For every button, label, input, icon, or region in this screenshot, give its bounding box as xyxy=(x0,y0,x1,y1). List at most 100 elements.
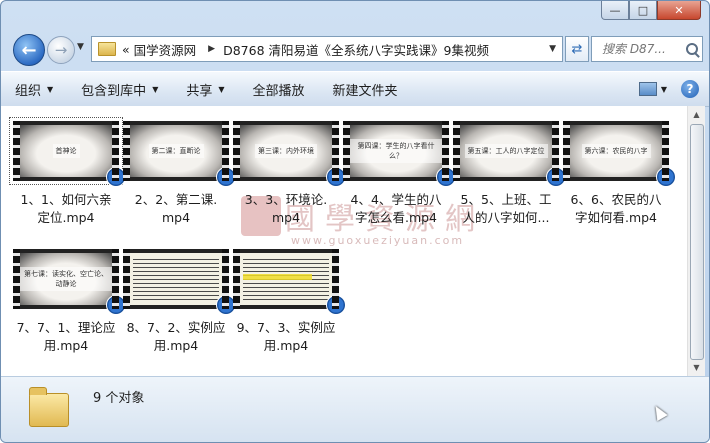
vertical-scrollbar[interactable]: ▲ ▼ xyxy=(687,106,705,376)
file-item[interactable]: 第三课：内外环境 3、3、环境论. mp4 xyxy=(231,121,346,227)
share-label: 共享 xyxy=(186,83,213,99)
address-dropdown-icon[interactable]: ▼ xyxy=(549,44,556,54)
file-item[interactable]: 第七课：读实化、空亡论、动静论 7、7、1、理论应 用.mp4 xyxy=(11,249,126,355)
breadcrumb-segment-current[interactable]: D8768 清阳易道《全系统八字实践课》9集视频 xyxy=(223,40,489,59)
chevron-down-icon: ▼ xyxy=(218,84,225,94)
file-item[interactable]: 第二课：直断论 2、2、第二课. mp4 xyxy=(121,121,236,227)
include-in-library-menu[interactable]: 包含到库中 ▼ xyxy=(67,80,172,99)
file-name-line2: 定位.mp4 xyxy=(37,210,95,225)
search-box[interactable] xyxy=(591,36,703,62)
breadcrumb-chevron-icon[interactable]: ▶ xyxy=(208,44,215,54)
file-name: 6、6、农民的八 字如何看.mp4 xyxy=(563,191,669,227)
file-item[interactable]: 第四课：学生的八字看什么？ 4、4、学生的八 字怎么看.mp4 xyxy=(341,121,456,227)
file-name-line1: 7、7、1、理论应 xyxy=(16,320,116,335)
video-frame xyxy=(130,253,222,305)
caption-buttons: — □ ✕ xyxy=(601,1,701,20)
forward-button[interactable]: → xyxy=(47,36,75,64)
file-name-line1: 4、4、学生的八 xyxy=(350,192,442,207)
document-lines xyxy=(243,256,329,302)
video-frame xyxy=(240,253,332,305)
video-frame: 第三课：内外环境 xyxy=(240,125,332,177)
file-item[interactable]: 第六课：农民的八字 6、6、农民的八 字如何看.mp4 xyxy=(561,121,676,227)
frame-title: 第二课：直断论 xyxy=(148,144,204,158)
media-player-icon xyxy=(326,295,346,315)
file-name-line1: 8、7、2、实例应 xyxy=(126,320,226,335)
document-lines xyxy=(133,256,219,302)
video-thumbnail: 第二课：直断论 xyxy=(123,121,236,187)
address-bar[interactable]: « 国学资源网 ▶ D8768 清阳易道《全系统八字实践课》9集视频 ▼ xyxy=(91,36,563,62)
maximize-button[interactable]: □ xyxy=(629,1,657,20)
file-item[interactable]: 首神论 1、1、如何六亲 定位.mp4 xyxy=(9,117,126,227)
item-count: 9 个对象 xyxy=(93,391,145,406)
back-button[interactable]: ← xyxy=(13,34,45,66)
frame-title: 第六课：农民的八字 xyxy=(581,144,651,158)
change-view-icon[interactable] xyxy=(638,82,657,96)
frame-title: 首神论 xyxy=(52,144,80,158)
file-name-line1: 5、5、上班、工 xyxy=(460,192,552,207)
video-frame: 首神论 xyxy=(20,125,112,177)
close-button[interactable]: ✕ xyxy=(657,1,701,20)
frame-title: 第三课：内外环境 xyxy=(255,144,317,158)
help-icon[interactable]: ? xyxy=(681,80,699,98)
search-icon[interactable] xyxy=(686,43,698,55)
file-name: 4、4、学生的八 字怎么看.mp4 xyxy=(343,191,449,227)
folder-icon xyxy=(29,387,69,427)
file-name-line2: 字如何看.mp4 xyxy=(574,210,658,225)
organize-menu[interactable]: 组织 ▼ xyxy=(1,80,67,99)
file-name-line1: 9、7、3、实例应 xyxy=(236,320,336,335)
scroll-up-button[interactable]: ▲ xyxy=(688,106,705,123)
file-item[interactable]: 第五课：工人的八字定位 5、5、上班、工 人的八字如何... xyxy=(451,121,566,227)
address-overflow[interactable]: « xyxy=(122,42,130,57)
file-name: 7、7、1、理论应 用.mp4 xyxy=(13,319,119,355)
file-name-line2: 字怎么看.mp4 xyxy=(354,210,438,225)
file-list[interactable]: 國學資源網 www.guoxueziyuan.com 首神论 1、1、如何六亲 定位… xyxy=(1,106,687,376)
command-bar: 组织 ▼ 包含到库中 ▼ 共享 ▼ 全部播放 新建文件夹 ▼ ? xyxy=(1,71,709,107)
frame-title: 第五课：工人的八字定位 xyxy=(464,144,548,158)
new-folder-button[interactable]: 新建文件夹 xyxy=(319,80,412,99)
video-frame: 第五课：工人的八字定位 xyxy=(460,125,552,177)
frame-title: 第四课：学生的八字看什么？ xyxy=(350,139,442,163)
frame-title: 第七课：读实化、空亡论、动静论 xyxy=(20,267,112,291)
file-name-line2: 用.mp4 xyxy=(153,338,199,353)
file-name-line2: 用.mp4 xyxy=(43,338,89,353)
view-options-dropdown[interactable]: ▼ xyxy=(661,85,667,94)
file-name-line2: mp4 xyxy=(271,210,301,225)
search-input[interactable] xyxy=(600,41,684,57)
file-name-line1: 6、6、农民的八 xyxy=(570,192,662,207)
refresh-icon: ⇄ xyxy=(571,41,583,57)
video-thumbnail: 第六课：农民的八字 xyxy=(563,121,676,187)
file-item[interactable]: 9、7、3、实例应 用.mp4 xyxy=(231,249,346,355)
recent-pages-dropdown[interactable]: ▼ xyxy=(77,42,84,52)
share-menu[interactable]: 共享 ▼ xyxy=(172,80,238,99)
file-name: 1、1、如何六亲 定位.mp4 xyxy=(13,191,119,227)
refresh-button[interactable]: ⇄ xyxy=(565,36,589,62)
video-thumbnail xyxy=(233,249,346,315)
chevron-down-icon: ▼ xyxy=(152,84,159,94)
organize-label: 组织 xyxy=(15,83,42,99)
minimize-button[interactable]: — xyxy=(601,1,629,20)
file-name-line2: 人的八字如何... xyxy=(462,210,550,225)
include-in-library-label: 包含到库中 xyxy=(81,83,147,99)
file-name: 3、3、环境论. mp4 xyxy=(233,191,339,227)
video-frame: 第七课：读实化、空亡论、动静论 xyxy=(20,253,112,305)
scroll-down-button[interactable]: ▼ xyxy=(688,359,705,376)
scrollbar-thumb[interactable] xyxy=(690,124,704,360)
file-name: 9、7、3、实例应 用.mp4 xyxy=(233,319,339,355)
play-all-button[interactable]: 全部播放 xyxy=(239,80,319,99)
file-name-line2: 用.mp4 xyxy=(263,338,309,353)
navigation-bar: ← → ▼ « 国学资源网 ▶ D8768 清阳易道《全系统八字实践课》9集视频… xyxy=(9,34,703,68)
video-thumbnail: 首神论 xyxy=(9,117,126,187)
file-name-line1: 1、1、如何六亲 xyxy=(20,192,112,207)
file-name-line1: 3、3、环境论. xyxy=(244,192,328,207)
file-item[interactable]: 8、7、2、实例应 用.mp4 xyxy=(121,249,236,355)
video-thumbnail: 第五课：工人的八字定位 xyxy=(453,121,566,187)
breadcrumb-segment-root[interactable]: 国学资源网 xyxy=(134,40,197,59)
file-name: 8、7、2、实例应 用.mp4 xyxy=(123,319,229,355)
file-name-line1: 2、2、第二课. xyxy=(134,192,218,207)
video-frame: 第四课：学生的八字看什么？ xyxy=(350,125,442,177)
file-name-line2: mp4 xyxy=(161,210,191,225)
explorer-window: — □ ✕ ← → ▼ « 国学资源网 ▶ D8768 清阳易道《全系统八字实践… xyxy=(0,0,710,443)
video-thumbnail: 第三课：内外环境 xyxy=(233,121,346,187)
folder-icon xyxy=(98,42,116,56)
file-grid: 首神论 1、1、如何六亲 定位.mp4 第二课：直断论 2、2、第二课. mp4 第三课：内… xyxy=(9,117,676,355)
